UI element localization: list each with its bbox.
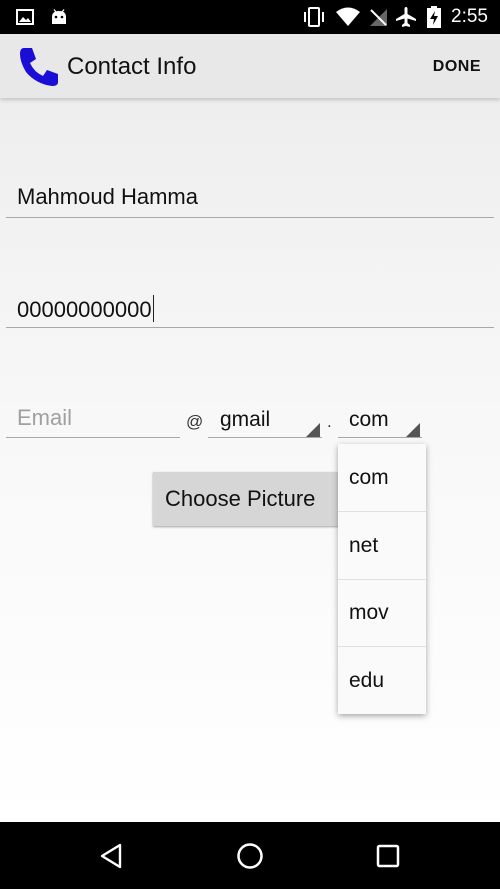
status-time: 2:55 xyxy=(451,6,488,27)
image-icon xyxy=(14,0,36,34)
vibrate-icon xyxy=(302,0,326,34)
battery-charging-icon xyxy=(424,0,444,34)
wifi-icon xyxy=(334,0,362,34)
phone-field-underline xyxy=(6,327,494,328)
phone-icon xyxy=(16,44,62,90)
recents-icon[interactable] xyxy=(358,822,418,889)
name-field-underline xyxy=(6,217,494,218)
email-field[interactable]: Email xyxy=(17,405,72,431)
domain-spinner-arrow-icon xyxy=(306,423,320,437)
status-bar: 2:55 xyxy=(0,0,500,34)
choose-picture-button[interactable]: Choose Picture xyxy=(153,472,349,526)
domain-spinner[interactable]: gmail xyxy=(220,408,270,432)
text-cursor xyxy=(152,295,154,322)
name-field[interactable]: Mahmoud Hamma xyxy=(17,184,198,210)
domain-spinner-underline xyxy=(208,437,322,438)
back-icon[interactable] xyxy=(81,822,141,889)
tld-dropdown-menu: com net mov edu xyxy=(338,444,426,714)
at-sign-label: @ xyxy=(186,412,204,431)
dot-label: . xyxy=(327,412,332,431)
navigation-bar xyxy=(0,822,500,889)
phone-field[interactable]: 00000000000 xyxy=(17,295,154,323)
dropdown-option-com[interactable]: com xyxy=(338,444,426,511)
dropdown-option-edu[interactable]: edu xyxy=(338,647,426,714)
app-bar: Contact Info DONE xyxy=(0,34,500,98)
dropdown-option-net[interactable]: net xyxy=(338,512,426,579)
email-field-underline xyxy=(6,437,180,438)
no-sim-icon xyxy=(366,0,390,34)
airplane-icon xyxy=(394,0,418,34)
tld-spinner-underline xyxy=(338,437,422,438)
done-button[interactable]: DONE xyxy=(433,34,481,98)
dropdown-option-mov[interactable]: mov xyxy=(338,579,426,646)
phone-field-value: 00000000000 xyxy=(17,297,152,322)
tld-spinner-arrow-icon xyxy=(406,423,420,437)
home-icon[interactable] xyxy=(220,822,280,889)
page-title: Contact Info xyxy=(67,53,197,80)
tld-spinner[interactable]: com xyxy=(349,408,389,432)
android-icon xyxy=(48,0,70,34)
